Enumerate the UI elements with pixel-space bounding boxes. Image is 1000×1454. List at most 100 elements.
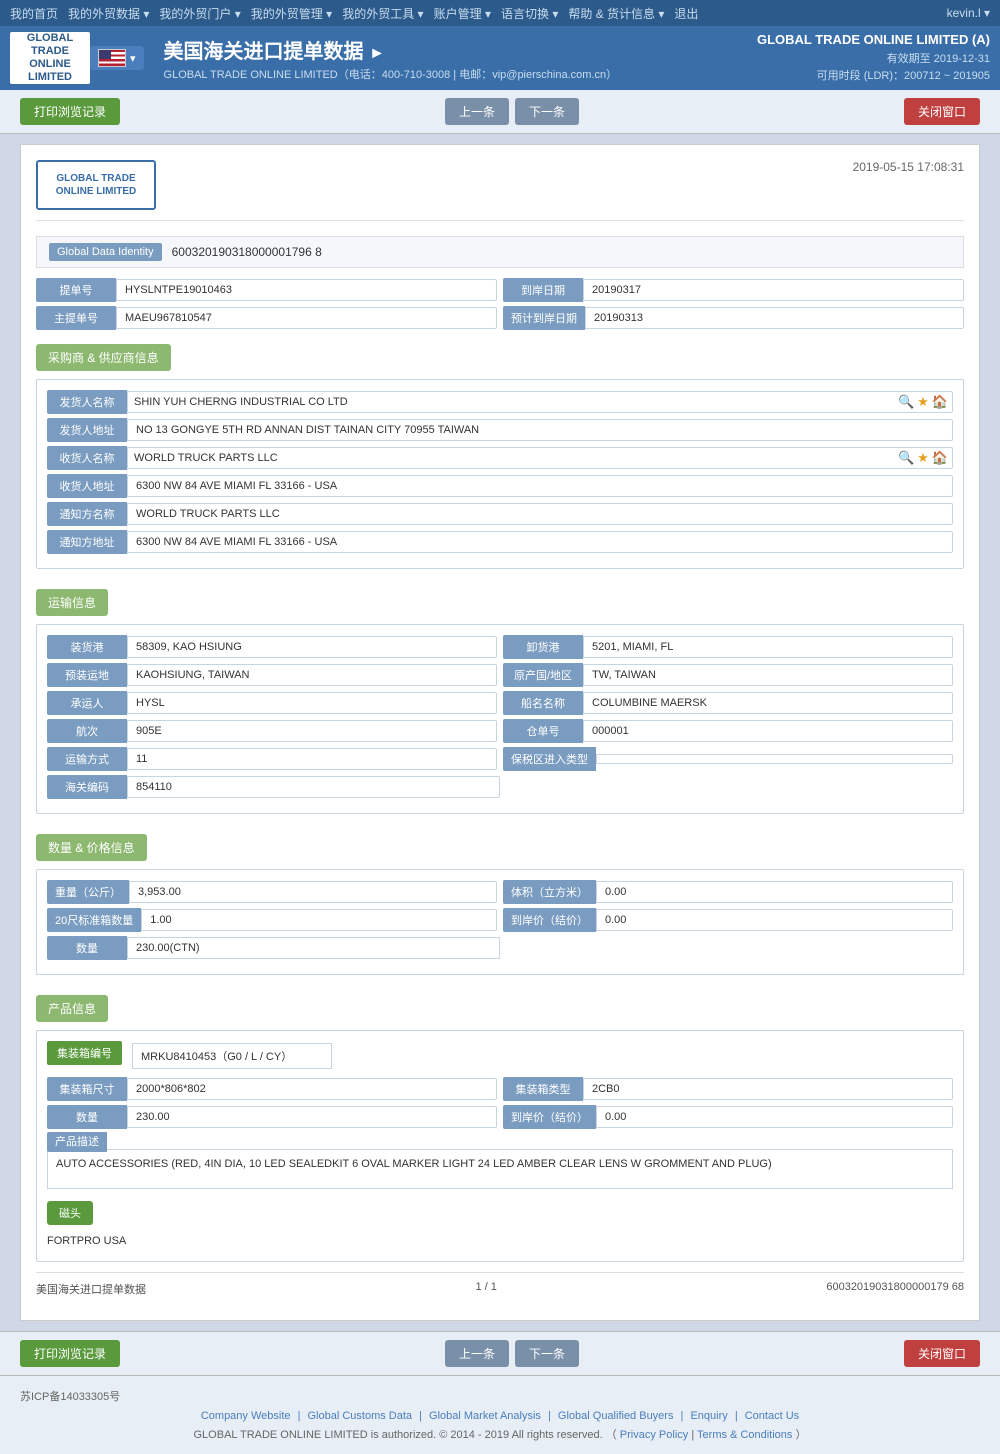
language-selector[interactable]: ▾: [90, 46, 144, 70]
voyage-value: 905E: [127, 720, 497, 742]
product-section-header: 产品信息: [36, 995, 108, 1022]
close-button-top[interactable]: 关闭窗口: [904, 98, 980, 125]
shipper-name-value: SHIN YUH CHERNG INDUSTRIAL CO LTD: [128, 392, 898, 412]
shipper-name-value-group: SHIN YUH CHERNG INDUSTRIAL CO LTD 🔍 ★ 🏠: [127, 391, 953, 413]
nav-help[interactable]: 帮助 & 货计信息 ▾: [568, 5, 664, 22]
bill-value: HYSLNTPE19010463: [116, 279, 497, 301]
prev-button-top[interactable]: 上一条: [445, 98, 509, 125]
container-no-value: MRKU8410453（G0 / L / CY）: [132, 1043, 332, 1069]
container-size-label: 集装箱尺寸: [47, 1077, 127, 1101]
consignee-name-row: 收货人名称 WORLD TRUCK PARTS LLC 🔍 ★ 🏠: [47, 446, 953, 470]
print-button-top[interactable]: 打印浏览记录: [20, 98, 120, 125]
home-icon[interactable]: 🏠: [932, 394, 948, 410]
voyage-label: 航次: [47, 719, 127, 743]
tariff-zone-field: 保税区进入类型: [503, 747, 953, 771]
consignee-star-icon[interactable]: ★: [917, 450, 929, 466]
arrival-date-value: 20190317: [583, 279, 964, 301]
identity-row: Global Data Identity 6003201903180000017…: [36, 236, 964, 268]
page-title-area: 美国海关进口提单数据 ► GLOBAL TRADE ONLINE LIMITED…: [164, 35, 757, 82]
notify-name-value: WORLD TRUCK PARTS LLC: [127, 503, 953, 525]
consignee-name-value-group: WORLD TRUCK PARTS LLC 🔍 ★ 🏠: [127, 447, 953, 469]
enquiry-link[interactable]: Enquiry: [690, 1410, 727, 1422]
nav-logout[interactable]: 退出: [674, 5, 698, 22]
close-button-bottom[interactable]: 关闭窗口: [904, 1340, 980, 1367]
close-paren: ）: [795, 1429, 806, 1441]
terms-conditions-link[interactable]: Terms & Conditions: [697, 1429, 792, 1441]
document-datetime: 2019-05-15 17:08:31: [853, 160, 964, 174]
nav-foreign-tools[interactable]: 我的外贸工具 ▾: [342, 5, 423, 22]
global-qualified-link[interactable]: Global Qualified Buyers: [558, 1410, 674, 1422]
origin-field: 原产国/地区 TW, TAIWAN: [503, 663, 953, 687]
global-customs-link[interactable]: Global Customs Data: [308, 1410, 413, 1422]
prev-button-bottom[interactable]: 上一条: [445, 1340, 509, 1367]
bill-label: 提单号: [36, 278, 116, 302]
voyage-warehouse-row: 航次 905E 仓单号 000001: [47, 719, 953, 743]
next-button-top[interactable]: 下一条: [515, 98, 579, 125]
bill-field: 提单号 HYSLNTPE19010463: [36, 278, 497, 302]
document-content: GLOBAL TRADE ONLINE LIMITED 2019-05-15 1…: [20, 144, 980, 1321]
notify-name-row: 通知方名称 WORLD TRUCK PARTS LLC: [47, 502, 953, 526]
consignee-search-icon[interactable]: 🔍: [898, 450, 914, 466]
document-footer: 美国海关进口提单数据 1 / 1 60032019031800000179 68: [36, 1272, 964, 1305]
star-icon[interactable]: ★: [917, 394, 929, 410]
company-website-link[interactable]: Company Website: [201, 1410, 291, 1422]
notify-addr-field: 通知方地址 6300 NW 84 AVE MIAMI FL 33166 - US…: [47, 530, 953, 554]
page-footer: 苏ICP备14033305号 Company Website | Global …: [0, 1375, 1000, 1454]
quantity-section: 数量 & 价格信息 重量（公斤） 3,953.00 体积（立方米） 0.00 2…: [36, 824, 964, 975]
departure-port-label: 装货港: [47, 635, 127, 659]
account-info: GLOBAL TRADE ONLINE LIMITED (A) 有效期至 201…: [757, 30, 990, 86]
nav-language[interactable]: 语言切换 ▾: [501, 5, 558, 22]
product-qty-label: 数量: [47, 1105, 127, 1129]
container20-field: 20尺标准箱数量 1.00: [47, 908, 497, 932]
qty-value: 230.00(CTN): [127, 937, 500, 959]
transport-mode-field: 运输方式 11: [47, 747, 497, 771]
origin-value: TW, TAIWAN: [583, 664, 953, 686]
consignee-addr-field: 收货人地址 6300 NW 84 AVE MIAMI FL 33166 - US…: [47, 474, 953, 498]
main-bill-row: 主提单号 MAEU967810547 预计到岸日期 20190313: [36, 306, 964, 330]
consignee-home-icon[interactable]: 🏠: [932, 450, 948, 466]
hs-code-field: 海关编码 854110: [47, 775, 500, 799]
icp-number: 苏ICP备14033305号: [20, 1388, 980, 1404]
bill-row: 提单号 HYSLNTPE19010463 到岸日期 20190317: [36, 278, 964, 302]
planned-date-field: 预计到岸日期 20190313: [503, 306, 964, 330]
contact-us-link[interactable]: Contact Us: [745, 1410, 799, 1422]
identity-label: Global Data Identity: [49, 243, 162, 261]
notify-name-label: 通知方名称: [47, 502, 127, 526]
username-display[interactable]: kevin.l ▾: [947, 6, 990, 20]
nav-foreign-manage[interactable]: 我的外贸管理 ▾: [251, 5, 332, 22]
vessel-value: COLUMBINE MAERSK: [583, 692, 953, 714]
consignee-addr-value: 6300 NW 84 AVE MIAMI FL 33166 - USA: [127, 475, 953, 497]
transport-section: 运输信息 装货港 58309, KAO HSIUNG 卸货港 5201, MIA…: [36, 579, 964, 814]
search-icon[interactable]: 🔍: [898, 394, 914, 410]
privacy-policy-link[interactable]: Privacy Policy: [620, 1429, 688, 1441]
container-size-value: 2000*806*802: [127, 1078, 497, 1100]
copyright-text: GLOBAL TRADE ONLINE LIMITED is authorize…: [194, 1429, 617, 1441]
nav-home[interactable]: 我的首页: [10, 5, 58, 22]
container-size-field: 集装箱尺寸 2000*806*802: [47, 1077, 497, 1101]
weight-field: 重量（公斤） 3,953.00: [47, 880, 497, 904]
main-bill-value: MAEU967810547: [116, 307, 497, 329]
quantity-container: 重量（公斤） 3,953.00 体积（立方米） 0.00 20尺标准箱数量 1.…: [36, 869, 964, 975]
planned-date-label: 预计到岸日期: [503, 306, 585, 330]
weight-value: 3,953.00: [129, 881, 497, 903]
container-type-value: 2CB0: [583, 1078, 953, 1100]
shore-price-field: 到岸价（结价） 0.00: [503, 908, 953, 932]
warehouse-label: 仓单号: [503, 719, 583, 743]
transport-mode-label: 运输方式: [47, 747, 127, 771]
brand-button[interactable]: 磁头: [47, 1201, 93, 1225]
product-desc-wrapper: 产品描述 AUTO ACCESSORIES (RED, 4IN DIA, 10 …: [47, 1133, 953, 1189]
print-button-bottom[interactable]: 打印浏览记录: [20, 1340, 120, 1367]
arrival-date-label: 到岸日期: [503, 278, 583, 302]
global-market-link[interactable]: Global Market Analysis: [429, 1410, 541, 1422]
container20-label: 20尺标准箱数量: [47, 908, 141, 932]
shipper-name-row: 发货人名称 SHIN YUH CHERNG INDUSTRIAL CO LTD …: [47, 390, 953, 414]
nav-account[interactable]: 账户管理 ▾: [434, 5, 491, 22]
voyage-field: 航次 905E: [47, 719, 497, 743]
nav-foreign-portal[interactable]: 我的外贸门户 ▾: [159, 5, 240, 22]
notify-addr-row: 通知方地址 6300 NW 84 AVE MIAMI FL 33166 - US…: [47, 530, 953, 554]
next-button-bottom[interactable]: 下一条: [515, 1340, 579, 1367]
supplier-container: 发货人名称 SHIN YUH CHERNG INDUSTRIAL CO LTD …: [36, 379, 964, 569]
nav-foreign-data[interactable]: 我的外贸数据 ▾: [68, 5, 149, 22]
bottom-action-row: 打印浏览记录 上一条 下一条 关闭窗口: [0, 1331, 1000, 1375]
port-row: 装货港 58309, KAO HSIUNG 卸货港 5201, MIAMI, F…: [47, 635, 953, 659]
